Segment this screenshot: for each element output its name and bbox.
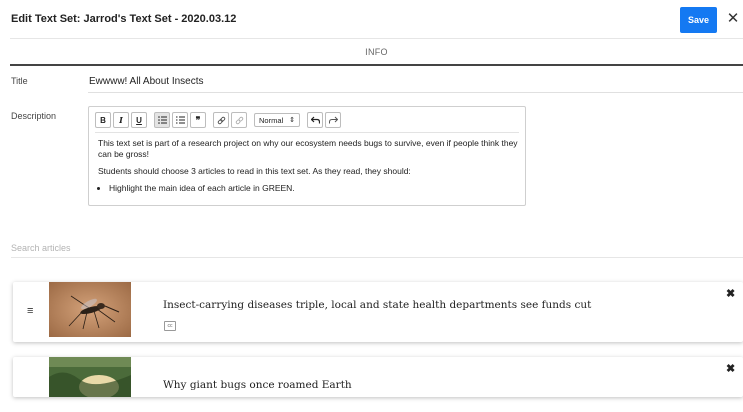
format-select[interactable]: Normal ⇕ <box>254 113 300 127</box>
search-input[interactable] <box>11 241 411 255</box>
remove-article-icon[interactable]: ✖ <box>726 362 735 375</box>
bold-glyph: B <box>100 115 106 125</box>
unlink-icon[interactable] <box>231 112 247 128</box>
editor-content[interactable]: This text set is part of a research proj… <box>98 138 518 194</box>
italic-icon[interactable]: I <box>113 112 129 128</box>
article-thumbnail <box>49 357 131 412</box>
search-field <box>11 241 743 258</box>
title-value[interactable]: Ewwww! All About Insects <box>89 76 204 87</box>
editor-bullet-list: Highlight the main idea of each article … <box>98 183 518 194</box>
italic-glyph: I <box>119 115 123 125</box>
tab-info[interactable]: INFO <box>10 47 743 57</box>
link-icon[interactable] <box>213 112 229 128</box>
article-title[interactable]: Why giant bugs once roamed Earth <box>163 379 352 391</box>
editor-toolbar: B I U ❞ Normal ⇕ <box>95 112 341 128</box>
article-card[interactable]: ≡ Insect-carrying diseases triple, local… <box>13 282 743 342</box>
undo-icon[interactable] <box>307 112 323 128</box>
redo-icon[interactable] <box>325 112 341 128</box>
chevron-updown-icon: ⇕ <box>289 117 295 124</box>
modal-header: Edit Text Set: Jarrod's Text Set - 2020.… <box>0 0 743 38</box>
article-title[interactable]: Insect-carrying diseases triple, local a… <box>163 299 591 311</box>
title-field[interactable]: Ewwww! All About Insects <box>88 70 743 93</box>
underline-glyph: U <box>136 115 142 125</box>
bold-icon[interactable]: B <box>95 112 111 128</box>
title-label: Title <box>11 76 28 86</box>
editor-paragraph: This text set is part of a research proj… <box>98 138 518 159</box>
description-label: Description <box>11 111 57 121</box>
caption-icon: cc <box>164 321 176 331</box>
close-icon[interactable]: ✕ <box>725 10 741 28</box>
article-thumbnail <box>49 282 131 337</box>
numbered-list-icon[interactable] <box>172 112 188 128</box>
description-editor[interactable]: B I U ❞ Normal ⇕ This text set is part o… <box>88 106 526 206</box>
article-card[interactable]: Why giant bugs once roamed Earth ✖ <box>13 357 743 399</box>
bullet-list-icon[interactable] <box>154 112 170 128</box>
tab-bar: INFO <box>10 38 743 66</box>
quote-icon[interactable]: ❞ <box>190 112 206 128</box>
page-title: Edit Text Set: Jarrod's Text Set - 2020.… <box>11 13 237 25</box>
format-select-value: Normal <box>259 115 284 125</box>
editor-paragraph: Students should choose 3 articles to rea… <box>98 166 411 176</box>
remove-article-icon[interactable]: ✖ <box>726 287 735 300</box>
underline-icon[interactable]: U <box>131 112 147 128</box>
save-button[interactable]: Save <box>680 7 717 33</box>
drag-handle-icon[interactable]: ≡ <box>27 305 33 317</box>
editor-bullet-item: Highlight the main idea of each article … <box>109 183 518 194</box>
